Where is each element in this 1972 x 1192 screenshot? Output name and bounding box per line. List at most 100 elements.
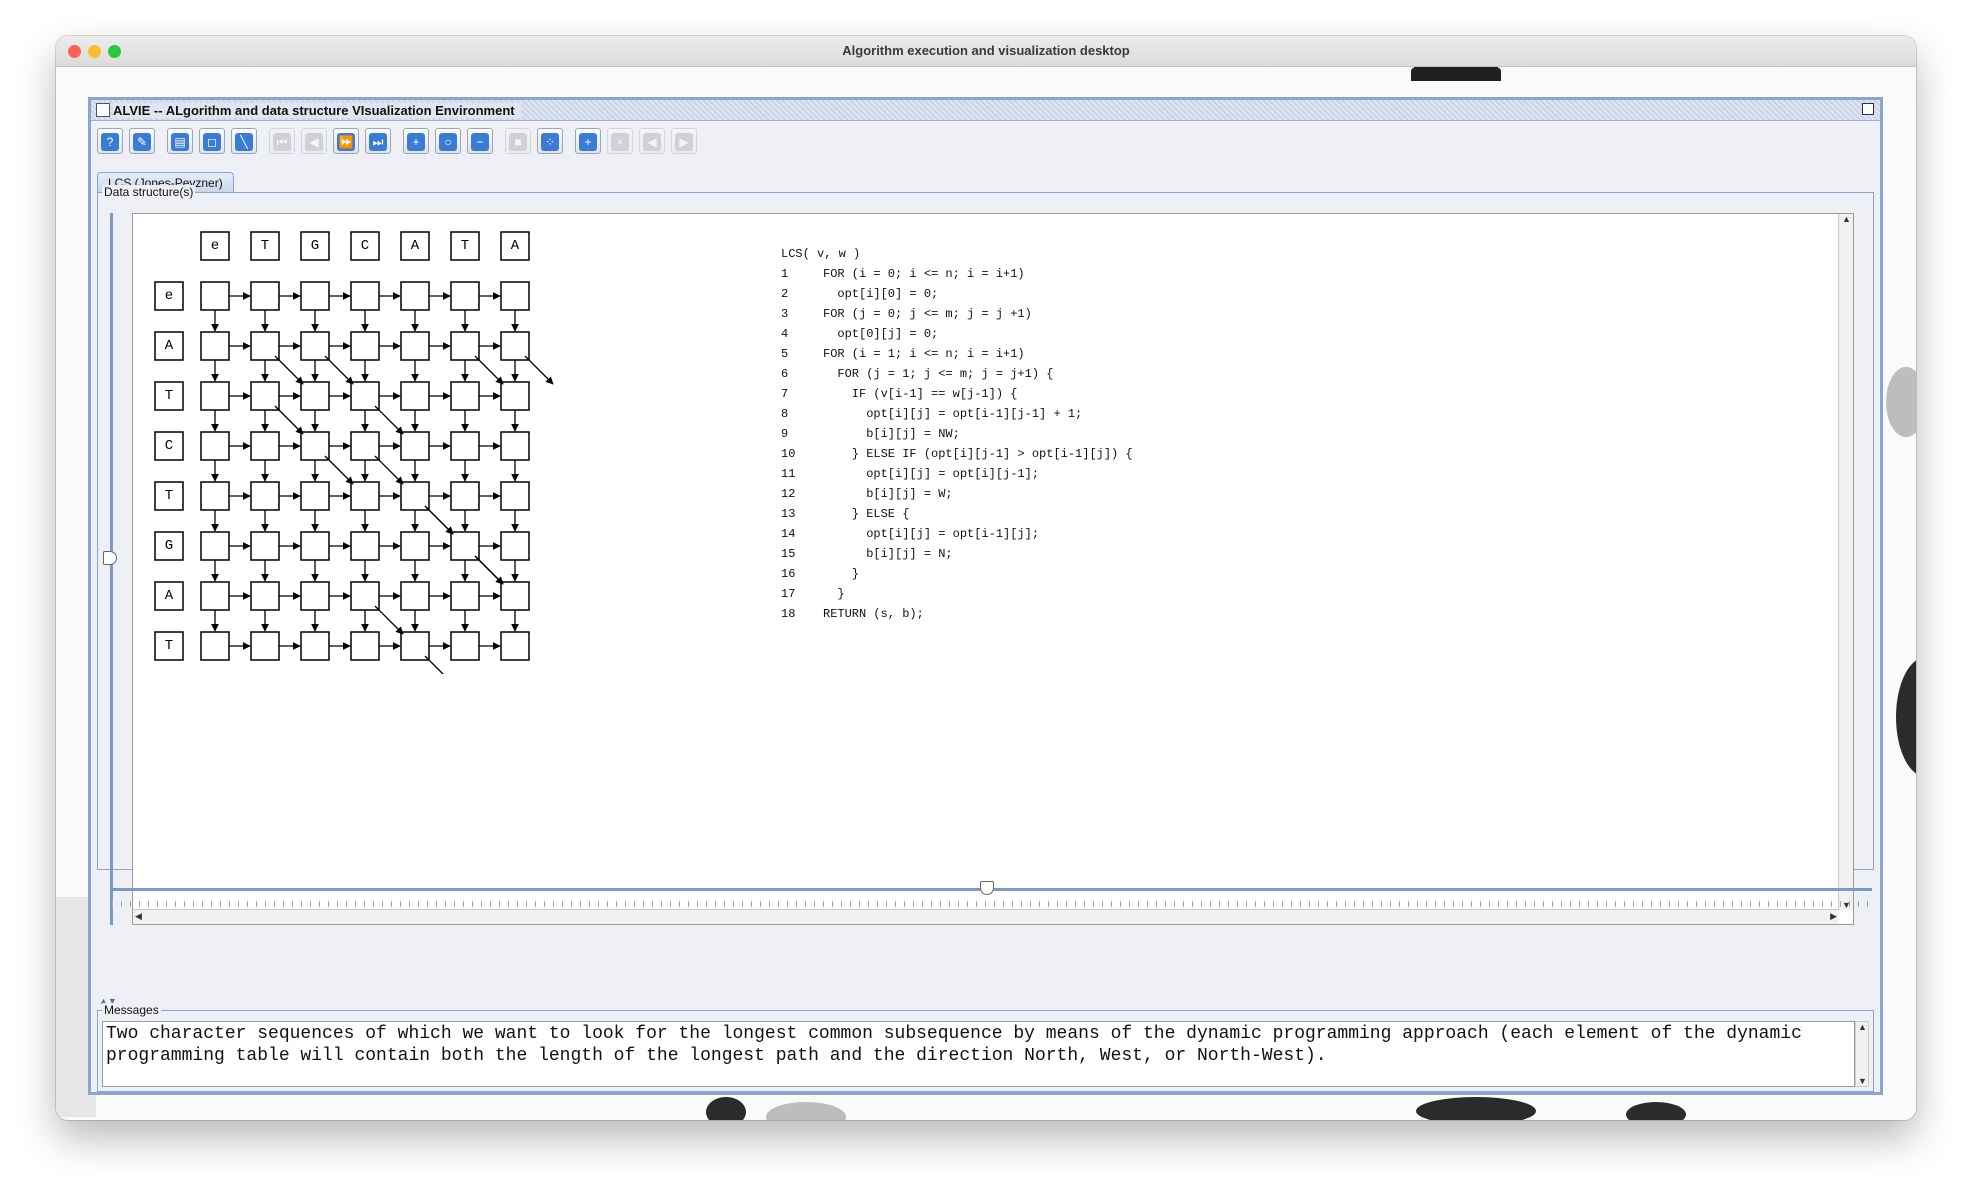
scroll-down-icon[interactable]: ▼ — [1858, 1076, 1867, 1086]
north-west-arrow — [274, 405, 304, 435]
code-line: 5 FOR (i = 1; i <= n; i = i+1) — [781, 344, 1133, 364]
table-cell — [350, 331, 380, 361]
table-cell — [400, 431, 430, 461]
table-cell — [400, 331, 430, 361]
table-cell — [400, 631, 430, 661]
step-slider-ticks — [112, 901, 1872, 907]
table-cell — [300, 531, 330, 561]
help-button[interactable]: ? — [97, 128, 123, 154]
code-line: 6 FOR (j = 1; j <= m; j = j+1) { — [781, 364, 1133, 384]
table-cell — [350, 281, 380, 311]
vertical-scrollbar[interactable]: ▲ ▼ — [1838, 214, 1853, 910]
table-cell — [450, 281, 480, 311]
line-number: 2 — [781, 287, 789, 301]
north-west-arrow — [274, 355, 304, 385]
code-text: b[i][j] = N; — [823, 547, 953, 561]
column-header-label: A — [511, 238, 520, 254]
code-line: 7 IF (v[i-1] == w[j-1]) { — [781, 384, 1133, 404]
table-cell — [300, 381, 330, 411]
row-header-label: T — [165, 638, 173, 654]
open-button[interactable]: ▤ — [167, 128, 193, 154]
scroll-up-icon[interactable]: ▲ — [1842, 214, 1851, 224]
table-cell — [300, 431, 330, 461]
table-cell — [500, 281, 530, 311]
pseudocode-panel: LCS( v, w ) 1 FOR (i = 0; i <= n; i = i+1… — [781, 244, 1133, 624]
back-button[interactable]: ◀ — [301, 128, 327, 154]
code-line: 9 b[i][j] = NW; — [781, 424, 1133, 444]
mac-window: Algorithm execution and visualization de… — [56, 36, 1916, 1120]
table-cell — [200, 481, 230, 511]
code-text: opt[i][j] = opt[i][j-1]; — [823, 467, 1040, 481]
settings-button[interactable]: ✎ — [129, 128, 155, 154]
data-structures-label: Data structure(s) — [102, 185, 196, 199]
north-west-arrow — [374, 405, 404, 435]
scroll-up-icon[interactable]: ▲ — [1858, 1022, 1867, 1032]
last-step-button[interactable]: ⏭ — [365, 128, 391, 154]
table-cell — [500, 331, 530, 361]
zoom-in-icon: + — [407, 133, 425, 151]
desktop-art — [706, 1097, 746, 1120]
code-text: FOR (i = 1; i <= n; i = i+1) — [823, 347, 1025, 361]
first-step-button[interactable]: ⏮ — [269, 128, 295, 154]
vertical-slider-track[interactable] — [110, 213, 113, 925]
zoom-button[interactable]: ○ — [435, 128, 461, 154]
code-line: 3 FOR (j = 0; j <= m; j = j +1) — [781, 304, 1133, 324]
table-cell — [300, 281, 330, 311]
scroll-right-icon[interactable]: ▶ — [1830, 911, 1837, 922]
table-cell — [500, 431, 530, 461]
table-cell — [200, 581, 230, 611]
scroll-left-icon[interactable]: ◀ — [135, 911, 142, 922]
code-line: 10 } ELSE IF (opt[i][j-1] > opt[i-1][j])… — [781, 444, 1133, 464]
forward-button[interactable]: ⏩ — [333, 128, 359, 154]
table-cell — [500, 381, 530, 411]
table-cell — [500, 631, 530, 661]
code-text: FOR (j = 1; j <= m; j = j+1) { — [823, 367, 1054, 381]
vertical-slider-thumb[interactable] — [103, 551, 117, 565]
zoom-in-button[interactable]: + — [403, 128, 429, 154]
line-number: 9 — [781, 427, 789, 441]
code-text: b[i][j] = W; — [823, 487, 953, 501]
line-number: 11 — [781, 467, 796, 481]
line-number: 10 — [781, 447, 796, 461]
code-text: RETURN (s, b); — [823, 607, 924, 621]
code-text: FOR (j = 0; j <= m; j = j +1) — [823, 307, 1032, 321]
table-cell — [350, 431, 380, 461]
table-cell — [500, 581, 530, 611]
back-icon: ◀ — [305, 133, 323, 151]
north-west-arrow — [324, 455, 354, 485]
right-button[interactable]: ▶ — [671, 128, 697, 154]
frame-icon — [96, 103, 110, 117]
table-cell — [200, 631, 230, 661]
table-cell — [300, 581, 330, 611]
edit-button[interactable]: ╲ — [231, 128, 257, 154]
zoom-out-button[interactable]: − — [467, 128, 493, 154]
open-icon: ▤ — [171, 133, 189, 151]
north-west-arrow — [374, 605, 404, 635]
arrange-button[interactable]: ⁘ — [537, 128, 563, 154]
left-button[interactable]: ◀ — [639, 128, 665, 154]
zoom-icon: ○ — [439, 133, 457, 151]
code-text: FOR (i = 0; i <= n; i = i+1) — [823, 267, 1025, 281]
maximize-icon[interactable] — [1862, 103, 1874, 115]
step-slider-thumb[interactable] — [980, 881, 994, 895]
alvie-title: ALVIE -- ALgorithm and data structure VI… — [113, 103, 521, 118]
line-number: 7 — [781, 387, 789, 401]
line-number: 14 — [781, 527, 796, 541]
table-cell — [250, 581, 280, 611]
code-text: opt[i][j] = opt[i-1][j-1] + 1; — [823, 407, 1083, 421]
line-number: 3 — [781, 307, 789, 321]
code-line: 11 opt[i][j] = opt[i][j-1]; — [781, 464, 1133, 484]
desktop-art — [766, 1102, 846, 1120]
desktop-art — [1416, 1097, 1536, 1120]
horizontal-scrollbar[interactable]: ◀ ▶ — [133, 909, 1839, 924]
messages-scrollbar[interactable]: ▲ ▼ — [1855, 1021, 1869, 1087]
line-number: 18 — [781, 607, 796, 621]
row-header-label: T — [165, 488, 173, 504]
remove-button[interactable]: × — [607, 128, 633, 154]
lock-button[interactable]: ■ — [505, 128, 531, 154]
table-cell — [400, 481, 430, 511]
table-cell — [250, 531, 280, 561]
add-button[interactable]: + — [575, 128, 601, 154]
table-cell — [450, 581, 480, 611]
window-button[interactable]: ◻ — [199, 128, 225, 154]
